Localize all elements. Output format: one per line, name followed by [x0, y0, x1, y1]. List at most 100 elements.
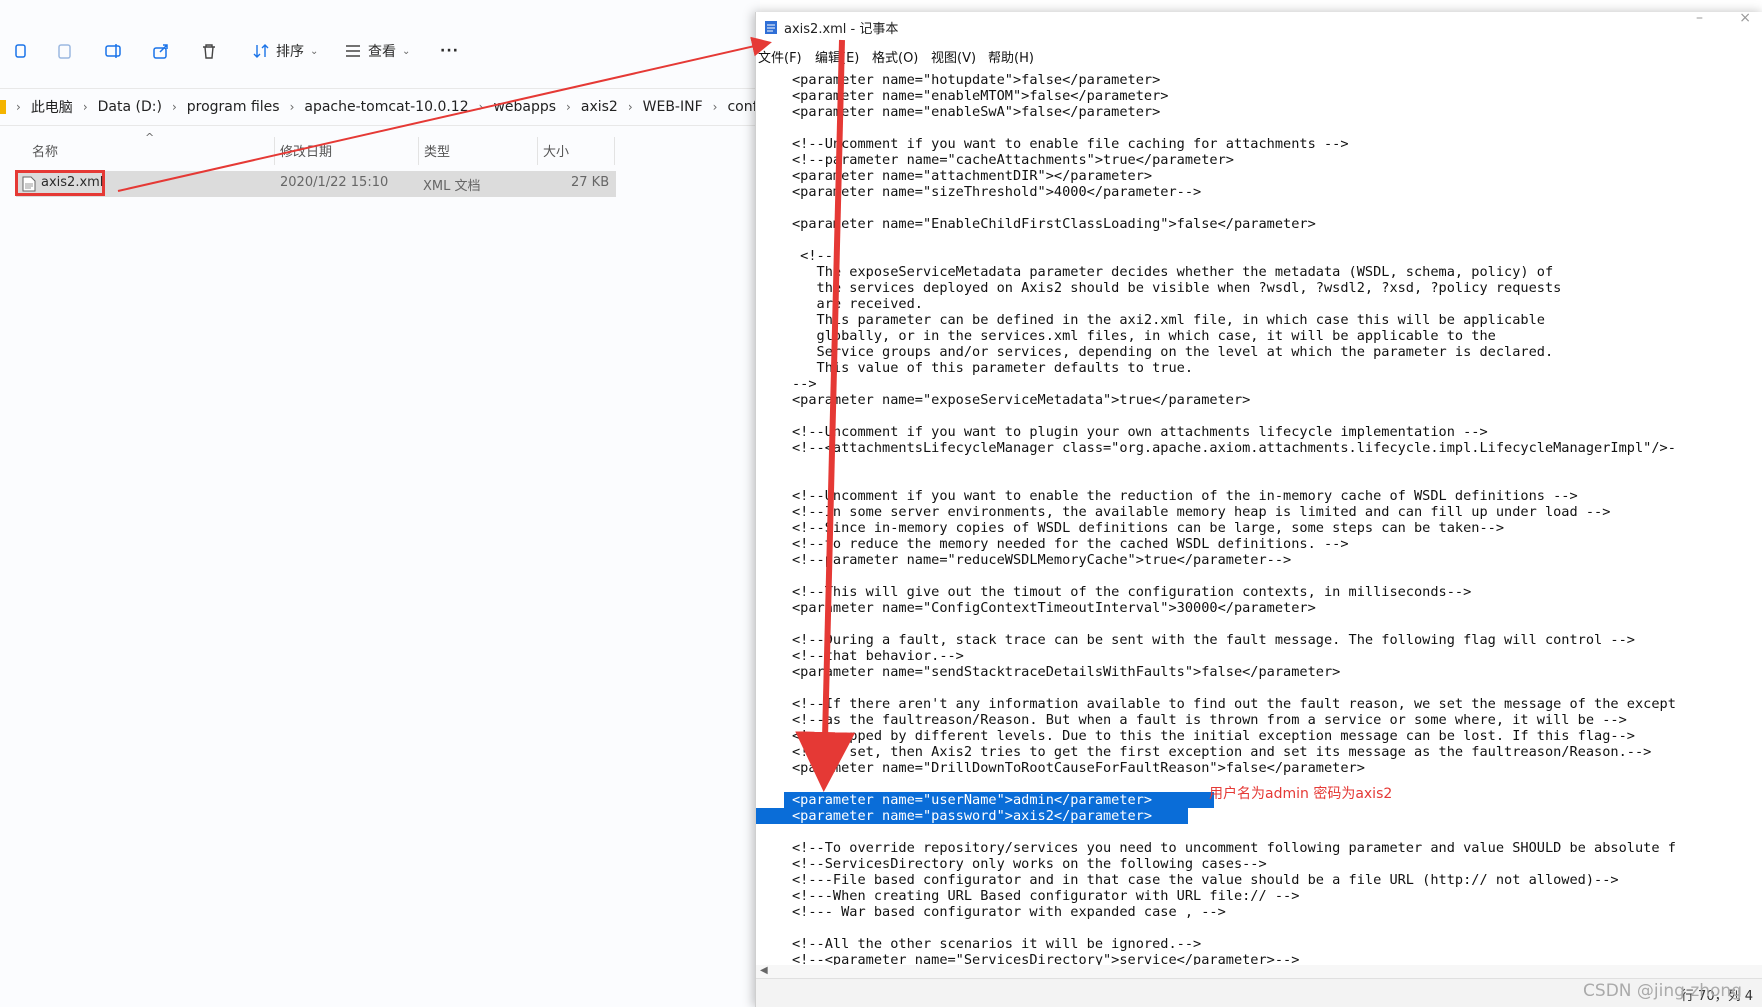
menu-edit[interactable]: 编辑(E) — [815, 47, 859, 66]
column-divider[interactable] — [274, 137, 275, 165]
file-modified: 2020/1/22 15:10 — [280, 175, 389, 190]
file-name: axis2.xml — [41, 175, 104, 190]
folder-icon — [0, 100, 6, 114]
menu-bar: 文件(F) 编辑(E) 格式(O) 视图(V) 帮助(H) — [756, 44, 1762, 66]
column-divider[interactable] — [418, 137, 419, 165]
more-button[interactable]: ··· — [440, 36, 459, 66]
chevron-right-icon: › — [82, 100, 88, 114]
chevron-right-icon: › — [289, 100, 295, 114]
delete-button[interactable] — [200, 36, 218, 66]
column-type[interactable]: 类型 — [424, 141, 450, 160]
title-bar[interactable]: axis2.xml - 记事本 – × — [756, 10, 1762, 42]
rename-icon — [105, 44, 121, 58]
text-line: <!--<attachmentsLifecycleManager class="… — [792, 440, 1676, 456]
text-line: <parameter name="userName">admin</parame… — [792, 792, 1153, 808]
horizontal-scrollbar[interactable]: ◀ — [756, 965, 1762, 979]
trash-icon — [203, 44, 215, 59]
text-line: <parameter name="enableMTOM">false</para… — [792, 88, 1169, 104]
chevron-down-icon: ⌄ — [310, 45, 319, 57]
menu-view[interactable]: 视图(V) — [931, 47, 976, 66]
breadcrumb-item[interactable]: webapps — [493, 99, 556, 115]
column-divider[interactable] — [614, 137, 615, 165]
more-icon: ··· — [440, 43, 459, 59]
text-line: are received. — [792, 296, 923, 312]
text-line: Service groups and/or services, dependin… — [792, 344, 1554, 360]
breadcrumb-item[interactable]: program files — [187, 99, 280, 115]
view-label: 查看 — [368, 44, 396, 60]
column-name[interactable]: 名称 — [32, 141, 58, 160]
breadcrumb-item[interactable]: apache-tomcat-10.0.12 — [304, 99, 468, 115]
sort-label: 排序 — [276, 44, 304, 60]
window-title: axis2.xml - 记事本 — [784, 21, 899, 37]
text-line: <!---When creating URL Based configurato… — [792, 888, 1300, 904]
breadcrumb-item[interactable]: conf — [727, 99, 757, 115]
paste-button[interactable] — [56, 36, 74, 66]
sort-button[interactable]: 排序 ⌄ — [252, 36, 318, 66]
text-line: <parameter name="password">axis2</parame… — [792, 808, 1153, 824]
view-icon — [346, 45, 360, 57]
copy-icon — [15, 44, 26, 58]
share-icon — [153, 44, 168, 59]
column-modified[interactable]: 修改日期 — [280, 141, 332, 160]
text-line: <!--ServicesDirectory only works on the … — [792, 856, 1267, 872]
scroll-left-icon[interactable]: ◀ — [760, 965, 768, 976]
text-line: <!--To override repository/services you … — [792, 840, 1676, 856]
text-line: The exposeServiceMetadata parameter deci… — [792, 264, 1554, 280]
chevron-right-icon: › — [627, 100, 633, 114]
menu-file[interactable]: 文件(F) — [758, 47, 802, 66]
chevron-right-icon: › — [16, 100, 21, 114]
menu-format[interactable]: 格式(O) — [872, 47, 918, 66]
text-line: <!-- — [792, 248, 833, 264]
share-button[interactable] — [152, 36, 170, 66]
text-editor[interactable]: <parameter name="hotupdate">false</param… — [756, 66, 1762, 976]
text-line: <!--In some server environments, the ava… — [792, 504, 1611, 520]
text-line: <parameter name="exposeServiceMetadata">… — [792, 392, 1251, 408]
breadcrumb-item[interactable]: 此电脑 — [31, 97, 73, 117]
text-line: <parameter name="attachmentDIR"></parame… — [792, 168, 1153, 184]
text-line: <parameter name="sizeThreshold">4000</pa… — [792, 184, 1202, 200]
text-line: <!--All the other scenarios it will be i… — [792, 936, 1202, 952]
menu-help[interactable]: 帮助(H) — [988, 47, 1034, 66]
chevron-right-icon: › — [566, 100, 571, 114]
breadcrumb-item[interactable]: axis2 — [581, 99, 618, 115]
text-line: <!--- War based configurator with expand… — [792, 904, 1226, 920]
rename-button[interactable] — [104, 36, 122, 66]
view-button[interactable]: 查看 ⌄ — [344, 36, 410, 66]
text-line: <!--Uncomment if you want to enable file… — [792, 136, 1349, 152]
chevron-right-icon: › — [478, 100, 484, 114]
text-line: <!--as the faultreason/Reason. But when … — [792, 712, 1627, 728]
breadcrumb-item[interactable]: Data (D:) — [98, 99, 162, 115]
paste-icon — [58, 44, 71, 59]
copy-button[interactable] — [12, 36, 30, 66]
column-size[interactable]: 大小 — [543, 141, 569, 160]
text-line: <!--Since in-memory copies of WSDL defin… — [792, 520, 1505, 536]
breadcrumb-item[interactable]: WEB-INF — [643, 99, 703, 115]
chevron-right-icon: › — [171, 100, 177, 114]
table-row[interactable]: axis2.xml 2020/1/22 15:10 XML 文档 27 KB — [15, 170, 616, 197]
minimize-icon[interactable]: – — [1696, 10, 1703, 26]
file-type: XML 文档 — [423, 179, 481, 194]
text-line: <parameter name="enableSwA">false</param… — [792, 104, 1161, 120]
text-line: This value of this parameter defaults to… — [792, 360, 1194, 376]
file-size: 27 KB — [571, 175, 610, 190]
text-line: <parameter name="EnableChildFirstClassLo… — [792, 216, 1316, 232]
text-line: <!--parameter name="cacheAttachments">tr… — [792, 152, 1234, 168]
text-line: <!---File based configurator and in that… — [792, 872, 1619, 888]
text-line: <parameter name="ConfigContextTimeoutInt… — [792, 600, 1316, 616]
text-line: --> — [792, 376, 817, 392]
xml-file-icon — [22, 176, 36, 192]
chevron-right-icon: › — [712, 100, 718, 114]
text-line: This parameter can be defined in the axi… — [792, 312, 1545, 328]
column-divider[interactable] — [537, 137, 538, 165]
explorer-toolbar: 排序 ⌄ 查看 ⌄ ··· — [0, 0, 760, 100]
text-line: <!--to reduce the memory needed for the … — [792, 536, 1349, 552]
file-list-header: ^ 名称 修改日期 类型 大小 — [0, 131, 620, 165]
text-line: the services deployed on Axis2 should be… — [792, 280, 1562, 296]
chevron-down-icon: ⌄ — [402, 45, 411, 57]
close-icon[interactable]: × — [1739, 10, 1751, 26]
text-line: <!--This will give out the timout of the… — [792, 584, 1472, 600]
sort-up-icon: ^ — [145, 131, 155, 144]
text-line: <!--Uncomment if you want to enable the … — [792, 488, 1578, 504]
notepad-window: axis2.xml - 记事本 – × 文件(F) 编辑(E) 格式(O) 视图… — [755, 10, 1762, 1007]
text-line: globally, or in the services.xml files, … — [792, 328, 1496, 344]
